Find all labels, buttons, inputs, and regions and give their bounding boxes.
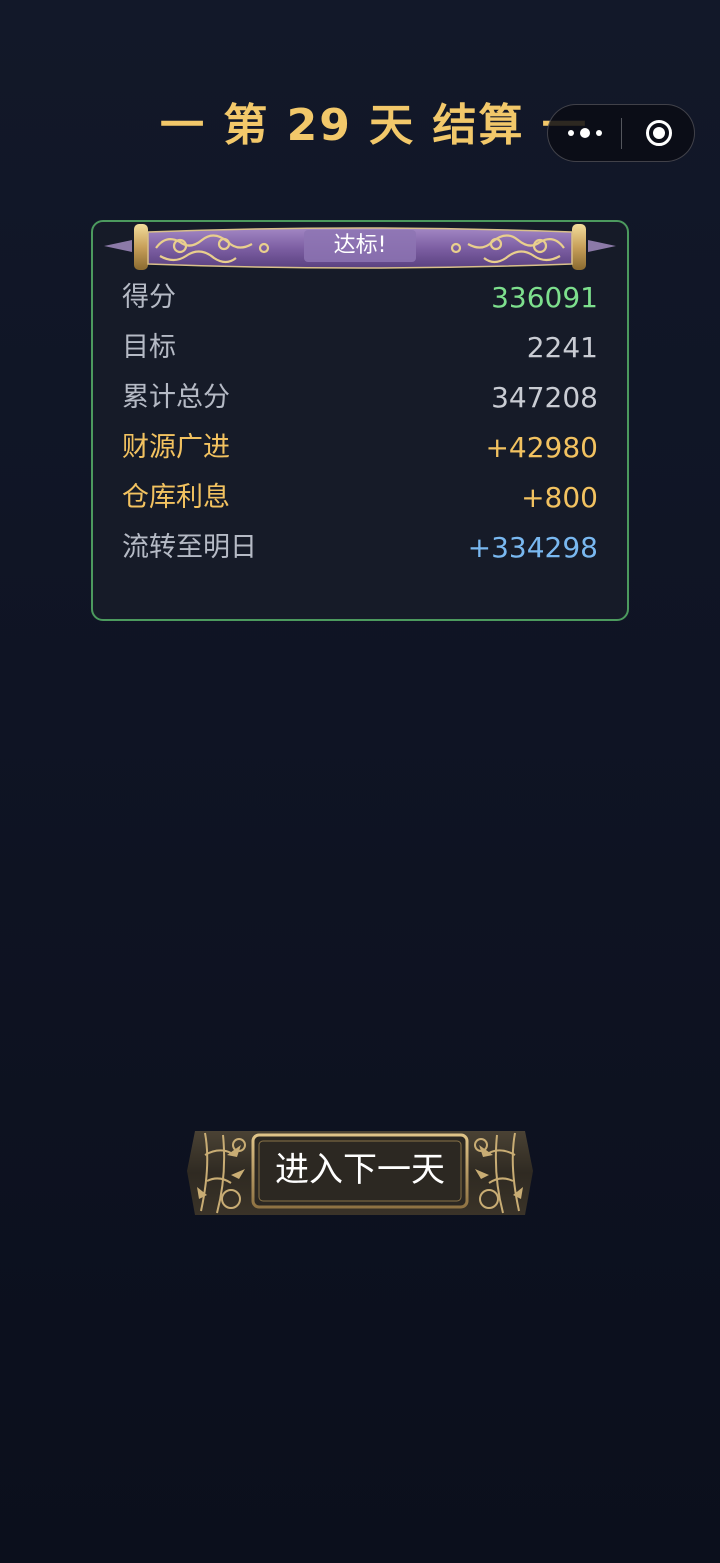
next-day-label: 进入下一天	[275, 1150, 445, 1190]
next-day-button[interactable]: 进入下一天	[187, 1125, 533, 1218]
row-value: +800	[521, 481, 598, 514]
row-label: 得分	[122, 282, 176, 313]
row-label: 仓库利息	[122, 482, 230, 513]
more-dots-icon[interactable]	[548, 105, 621, 161]
row-value: 2241	[526, 331, 598, 364]
row-value: 336091	[491, 281, 598, 314]
result-row-wealth-bonus: 财源广进 +42980	[122, 428, 598, 468]
result-row-warehouse-interest: 仓库利息 +800	[122, 478, 598, 518]
result-row-total: 累计总分 347208	[122, 378, 598, 418]
row-value: +334298	[467, 531, 598, 564]
scroll-banner: 达标!	[104, 222, 616, 274]
row-label: 目标	[122, 332, 176, 363]
miniprogram-capsule	[547, 104, 695, 162]
result-row-carry-over: 流转至明日 +334298	[122, 528, 598, 568]
row-value: +42980	[485, 431, 598, 464]
page-title: 一 第 29 天 结算 一	[160, 100, 588, 151]
row-value: 347208	[491, 381, 598, 414]
target-close-icon[interactable]	[622, 105, 695, 161]
row-label: 累计总分	[122, 382, 230, 413]
result-row-score: 得分 336091	[122, 278, 598, 318]
banner-label: 达标!	[333, 233, 387, 258]
row-label: 财源广进	[122, 432, 230, 463]
result-row-target: 目标 2241	[122, 328, 598, 368]
row-label: 流转至明日	[122, 532, 257, 563]
